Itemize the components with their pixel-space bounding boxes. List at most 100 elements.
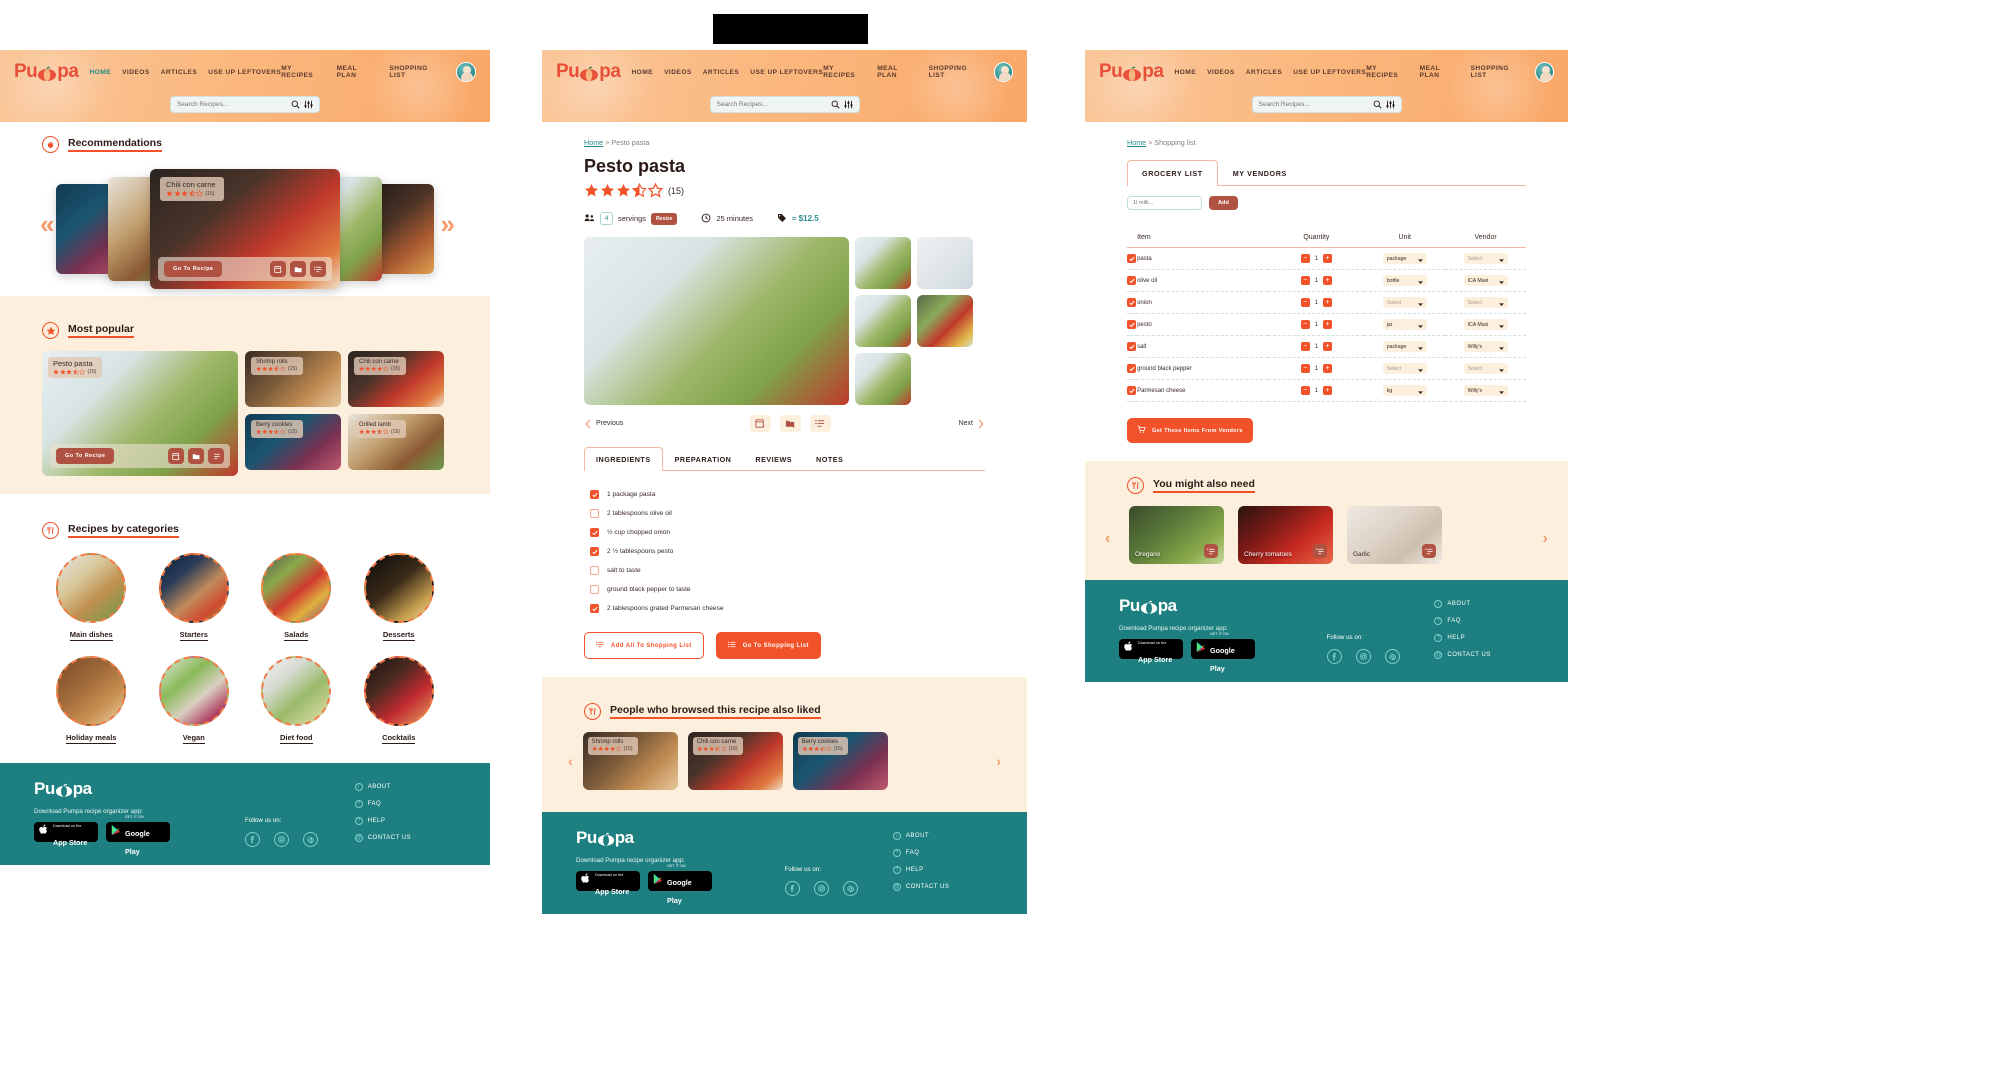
decrement-button[interactable]: − bbox=[1300, 342, 1310, 351]
popular-card[interactable]: Chili con carne (15) bbox=[348, 351, 444, 407]
app-store-button[interactable]: Download on the App Store bbox=[1119, 639, 1183, 663]
add-to-folder-icon[interactable] bbox=[188, 448, 204, 464]
table-row[interactable]: pasta −1 + package Select bbox=[1127, 247, 1526, 270]
add-to-shopping-list-icon[interactable] bbox=[810, 415, 832, 432]
table-row[interactable]: salt −1 + package Willy's bbox=[1127, 335, 1526, 358]
add-item-input[interactable] bbox=[1127, 196, 1202, 210]
footer-link-faq[interactable]: ? FAQ bbox=[892, 849, 993, 857]
recipe-thumb[interactable] bbox=[917, 295, 973, 347]
popular-card[interactable]: Shrimp rolls (15) bbox=[245, 351, 341, 407]
table-row[interactable]: pesto −1 + jar ICA Maxi bbox=[1127, 313, 1526, 336]
footer-logo[interactable]: Pu pa bbox=[576, 828, 785, 848]
suggested-item[interactable]: Garlic bbox=[1347, 506, 1442, 564]
add-to-folder-icon[interactable]: + bbox=[290, 261, 306, 277]
unit-select[interactable]: jar bbox=[1382, 319, 1427, 330]
tab-notes[interactable]: NOTES bbox=[804, 447, 855, 471]
carousel-prev-button[interactable]: ‹ bbox=[1105, 530, 1110, 548]
search-input[interactable] bbox=[177, 101, 287, 108]
carousel-prev-button[interactable]: ‹ bbox=[568, 753, 573, 769]
go-to-recipe-button[interactable]: Go To Recipe bbox=[56, 448, 115, 464]
row-checkbox[interactable] bbox=[1127, 254, 1136, 263]
decrement-button[interactable]: − bbox=[1300, 254, 1310, 263]
add-to-meal-plan-icon[interactable]: + bbox=[168, 448, 184, 464]
nav-articles[interactable]: ARTICLES bbox=[1246, 69, 1283, 76]
footer-link-faq[interactable]: ? FAQ bbox=[354, 800, 456, 808]
table-row[interactable]: onion −1 + Select Select bbox=[1127, 291, 1526, 314]
vendor-select[interactable]: Willy's bbox=[1463, 341, 1508, 352]
google-play-button[interactable]: GET IT ON Google Play bbox=[106, 815, 170, 855]
vendor-select[interactable]: ICA Maxi bbox=[1463, 319, 1508, 330]
nav-videos[interactable]: VIDEOS bbox=[1207, 69, 1235, 76]
instagram-icon[interactable] bbox=[274, 832, 289, 847]
filter-sliders-icon[interactable] bbox=[1385, 100, 1395, 109]
category-desserts[interactable]: Desserts bbox=[363, 553, 434, 642]
liked-card[interactable]: Chili con carne (15) bbox=[687, 732, 783, 790]
row-checkbox[interactable] bbox=[1127, 342, 1136, 351]
popular-card-large[interactable]: Pesto pasta (15) Go To Recipe + bbox=[42, 351, 238, 476]
go-to-shopping-list-button[interactable]: Go To Shopping List bbox=[715, 632, 821, 659]
add-to-folder-icon[interactable]: + bbox=[780, 415, 802, 432]
footer-logo[interactable]: Pu pa bbox=[34, 779, 245, 799]
tab-preparation[interactable]: PREPARATION bbox=[663, 447, 744, 471]
row-checkbox[interactable] bbox=[1127, 364, 1136, 373]
carousel-next-button[interactable]: › bbox=[1543, 530, 1548, 548]
suggested-item[interactable]: Oregano bbox=[1129, 506, 1224, 564]
nav-videos[interactable]: VIDEOS bbox=[122, 69, 150, 76]
rating-stars[interactable]: (15) bbox=[584, 183, 985, 198]
logo[interactable]: Pu pa bbox=[556, 61, 621, 83]
nav-home[interactable]: HOME bbox=[631, 69, 653, 76]
add-all-to-shopping-list-button[interactable]: Add All To Shopping List bbox=[584, 632, 704, 659]
table-row[interactable]: Parmesan cheese −1 + kg Willy's bbox=[1127, 379, 1526, 402]
increment-button[interactable]: + bbox=[1323, 386, 1333, 395]
logo[interactable]: Pu pa bbox=[14, 61, 79, 83]
row-checkbox[interactable] bbox=[1127, 320, 1136, 329]
instagram-icon[interactable] bbox=[813, 881, 829, 896]
ingredient-row[interactable]: 1 package pasta bbox=[590, 485, 979, 504]
ingredient-checkbox[interactable] bbox=[590, 585, 599, 594]
footer-link-about[interactable]: i ABOUT bbox=[892, 832, 993, 840]
breadcrumb-home[interactable]: Home bbox=[584, 138, 603, 147]
unit-select[interactable]: kg bbox=[1382, 385, 1427, 396]
ingredient-checkbox[interactable] bbox=[590, 528, 599, 537]
search-input[interactable] bbox=[716, 101, 827, 108]
facebook-icon[interactable] bbox=[245, 832, 260, 847]
add-to-shopping-list-icon[interactable] bbox=[310, 261, 326, 277]
category-cocktails[interactable]: Cocktails bbox=[363, 656, 434, 745]
get-items-from-vendors-button[interactable]: Get These Items From Vendors bbox=[1127, 418, 1253, 443]
footer-link-about[interactable]: i ABOUT bbox=[1434, 600, 1534, 608]
recipe-thumb[interactable] bbox=[855, 353, 911, 405]
facebook-icon[interactable] bbox=[1326, 649, 1342, 664]
category-salads[interactable]: Salads bbox=[261, 553, 332, 642]
category-holiday-meals[interactable]: Holiday meals bbox=[56, 656, 127, 745]
add-item-button[interactable]: Add bbox=[1209, 196, 1238, 210]
category-main-dishes[interactable]: Main dishes bbox=[56, 553, 127, 642]
category-starters[interactable]: Starters bbox=[158, 553, 229, 642]
increment-button[interactable]: + bbox=[1323, 254, 1333, 263]
tab-ingredients[interactable]: INGREDIENTS bbox=[584, 447, 663, 471]
footer-link-help[interactable]: ? HELP bbox=[354, 817, 456, 825]
servings-value[interactable]: 4 bbox=[600, 212, 613, 225]
app-store-button[interactable]: Download on the App Store bbox=[576, 871, 640, 895]
popular-card[interactable]: Berry cookies (15) bbox=[245, 414, 341, 470]
unit-select[interactable]: package bbox=[1382, 253, 1427, 264]
liked-card[interactable]: Berry cookies (15) bbox=[792, 732, 888, 790]
user-avatar[interactable] bbox=[993, 62, 1013, 82]
popular-card[interactable]: Grilled lamb (15) bbox=[348, 414, 444, 470]
ingredient-checkbox[interactable] bbox=[590, 490, 599, 499]
vendor-select[interactable]: Select bbox=[1463, 253, 1508, 264]
nav-home[interactable]: HOME bbox=[1174, 69, 1196, 76]
ingredient-checkbox[interactable] bbox=[590, 547, 599, 556]
go-to-recipe-button[interactable]: Go To Recipe bbox=[164, 261, 223, 277]
nav-shopping-list[interactable]: SHOPPING LIST bbox=[1471, 65, 1524, 79]
nav-use-up-leftovers[interactable]: USE UP LEFTOVERS bbox=[1293, 69, 1366, 76]
ingredient-row[interactable]: 2 tablespoons olive oil bbox=[590, 504, 979, 523]
nav-articles[interactable]: ARTICLES bbox=[703, 69, 740, 76]
ingredient-checkbox[interactable] bbox=[590, 566, 599, 575]
tab-reviews[interactable]: REVIEWS bbox=[743, 447, 804, 471]
ingredient-row[interactable]: ground black pepper to taste bbox=[590, 580, 979, 599]
footer-link-contact-us[interactable]: @ CONTACT US bbox=[354, 834, 456, 842]
add-to-shopping-list-icon[interactable] bbox=[1422, 544, 1436, 558]
footer-link-faq[interactable]: ? FAQ bbox=[1434, 617, 1534, 625]
google-play-button[interactable]: GET IT ON Google Play bbox=[1191, 632, 1255, 672]
ingredient-row[interactable]: ½ cup chopped onion bbox=[590, 523, 979, 542]
